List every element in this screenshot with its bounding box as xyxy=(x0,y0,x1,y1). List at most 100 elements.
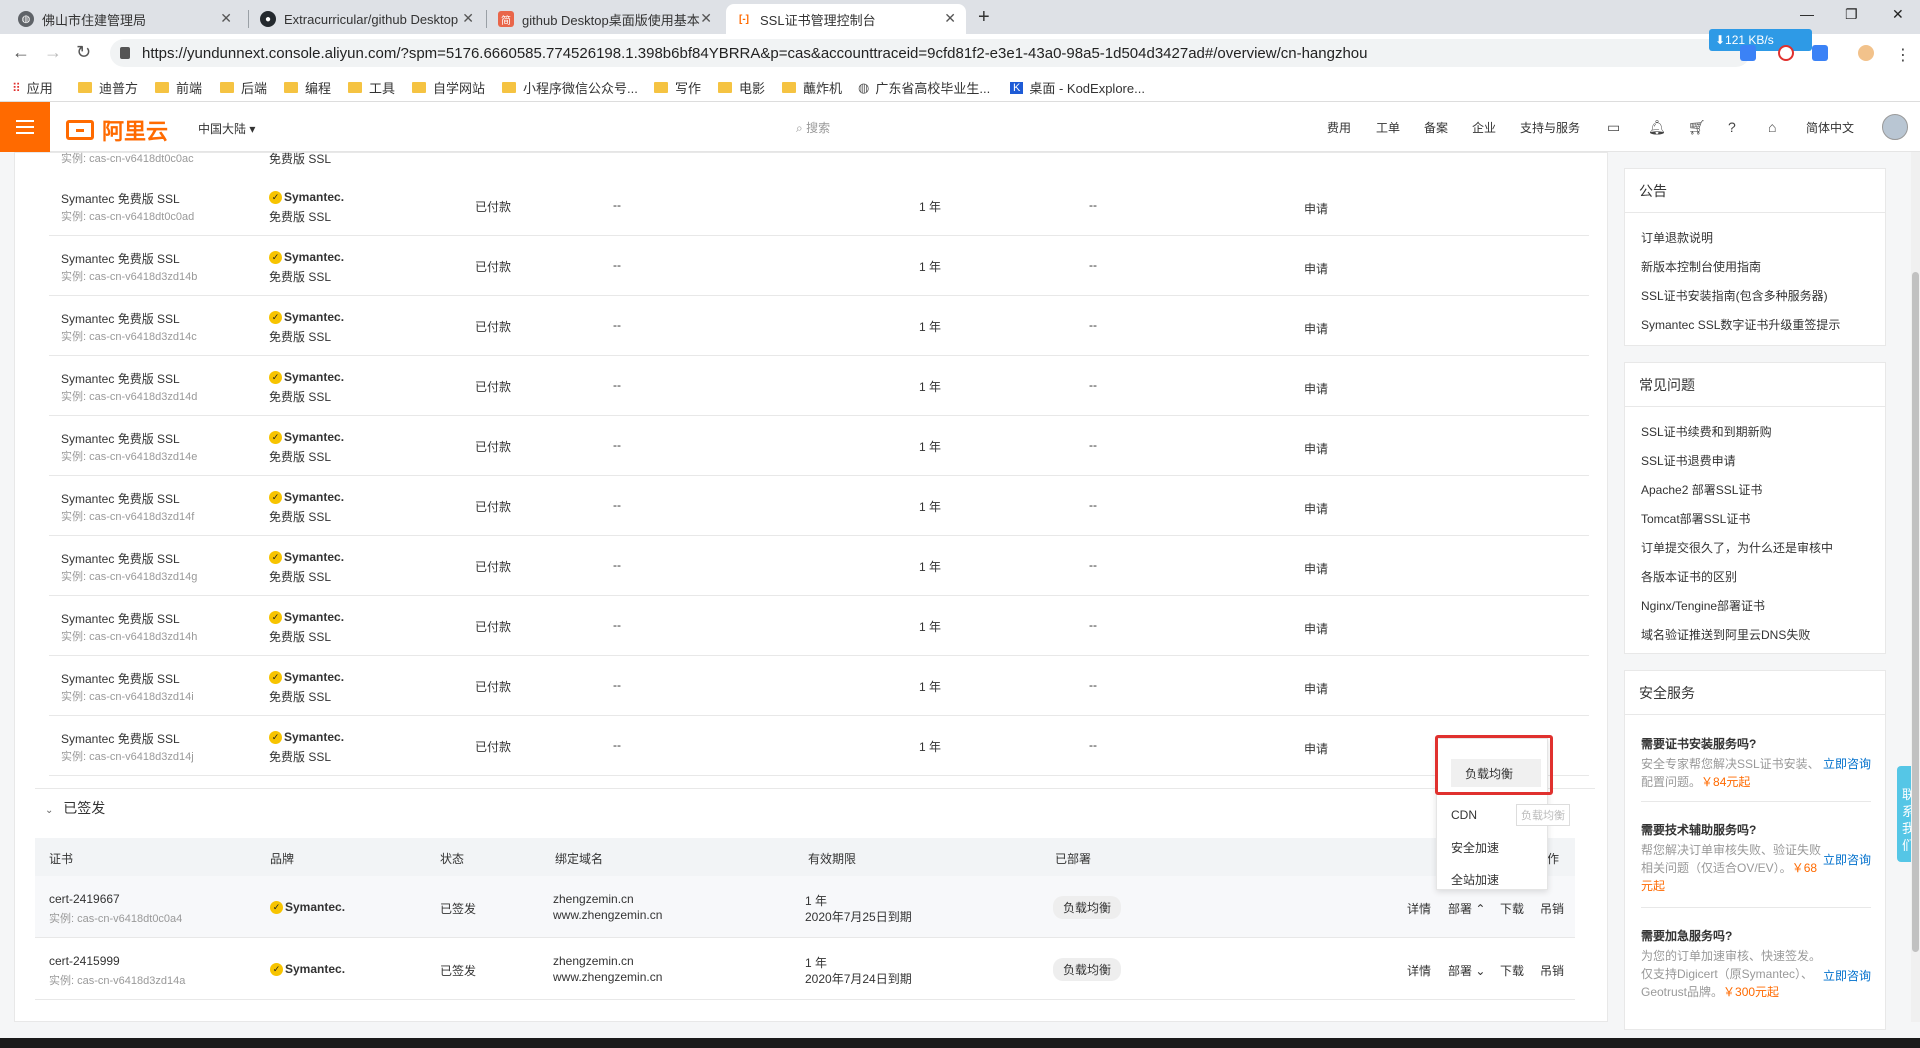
brand-logo: ✓ Symantec. xyxy=(269,550,344,564)
notice-link[interactable]: SSL证书安装指南(包含多种服务器) xyxy=(1641,287,1828,304)
search-box[interactable]: ⌕ 搜索 xyxy=(796,119,830,136)
terminal-icon[interactable]: ▭ xyxy=(1607,119,1620,136)
tab-github[interactable]: ● Extracurricular/github Desktop ✕ xyxy=(250,4,484,34)
close-icon[interactable]: ✕ xyxy=(462,10,474,27)
consult-link[interactable]: 立即咨询 xyxy=(1823,755,1871,772)
menu-kebab-icon[interactable]: ⋮ xyxy=(1895,45,1911,64)
bookmark-folder[interactable]: 编程 xyxy=(284,78,331,97)
download-link[interactable]: 下载 xyxy=(1500,962,1524,979)
apply-link[interactable]: 申请 xyxy=(1304,260,1328,277)
apply-link[interactable]: 申请 xyxy=(1304,320,1328,337)
detail-link[interactable]: 详情 xyxy=(1407,962,1431,979)
aliyun-logo-icon xyxy=(66,120,94,140)
bookmark-folder[interactable]: 迪普方 xyxy=(78,78,138,97)
revoke-link[interactable]: 吊销 xyxy=(1540,900,1564,917)
apply-link[interactable]: 申请 xyxy=(1304,200,1328,217)
hamburger-menu-button[interactable] xyxy=(0,102,50,152)
profile-avatar-icon[interactable] xyxy=(1858,45,1874,61)
bookmark-folder[interactable]: 蘸炸机 xyxy=(782,78,842,97)
faq-link[interactable]: SSL证书续费和到期新购 xyxy=(1641,423,1772,440)
bookmark-kod[interactable]: K 桌面 - KodExplore... xyxy=(1010,78,1145,97)
bell-icon[interactable]: 🔔︎ xyxy=(1648,119,1666,136)
tab-ssl-console[interactable]: [-] SSL证书管理控制台 ✕ xyxy=(726,4,966,34)
minimize-icon[interactable]: — xyxy=(1800,6,1814,22)
apply-link[interactable]: 申请 xyxy=(1304,560,1328,577)
deploy-link[interactable]: 部署 ⌄ xyxy=(1448,962,1485,979)
notice-link[interactable]: 新版本控制台使用指南 xyxy=(1641,258,1761,275)
apply-link[interactable]: 申请 xyxy=(1304,440,1328,457)
issued-section-toggle[interactable]: ⌄ 已签发 xyxy=(45,798,105,818)
avatar[interactable] xyxy=(1882,114,1908,140)
faq-link[interactable]: 订单提交很久了，为什么还是审核中 xyxy=(1641,539,1833,556)
table-row: cert-2419667 实例: cas-cn-v6418dt0c0a4 ✓ Syma… xyxy=(35,876,1575,938)
apply-link[interactable]: 申请 xyxy=(1304,500,1328,517)
nav-ticket[interactable]: 工单 xyxy=(1376,119,1400,136)
close-icon[interactable]: ✕ xyxy=(700,10,712,27)
brand-name: Symantec. xyxy=(285,962,346,976)
restore-icon[interactable]: ❐ xyxy=(1845,6,1858,23)
faq-link[interactable]: Nginx/Tengine部署证书 xyxy=(1641,597,1765,614)
back-icon[interactable]: ← xyxy=(12,42,30,63)
new-tab-icon[interactable]: + xyxy=(978,6,990,29)
help-icon[interactable]: ? xyxy=(1728,119,1736,135)
faq-link[interactable]: Apache2 部署SSL证书 xyxy=(1641,481,1762,498)
region-selector[interactable]: 中国大陆 ▾ xyxy=(198,120,255,137)
status-text: 已付款 xyxy=(475,500,512,514)
apply-link[interactable]: 申请 xyxy=(1304,380,1328,397)
nav-enterprise[interactable]: 企业 xyxy=(1472,119,1496,136)
home-icon[interactable]: ⌂ xyxy=(1768,119,1776,135)
pocket-extension-icon[interactable] xyxy=(1812,45,1828,61)
nav-billing[interactable]: 费用 xyxy=(1327,119,1351,136)
scrollbar-thumb[interactable] xyxy=(1912,272,1919,952)
tab-divider xyxy=(486,10,487,28)
expire-text: 2020年7月24日到期 xyxy=(805,972,912,986)
deploy-link[interactable]: 部署 ⌃ xyxy=(1448,900,1485,917)
download-link[interactable]: 下载 xyxy=(1500,900,1524,917)
check-icon: ✓ xyxy=(269,370,282,384)
apply-link[interactable]: 申请 xyxy=(1304,680,1328,697)
instance-id: 实例: cas-cn-v6418dt0c0ad xyxy=(61,211,195,223)
scrollbar[interactable] xyxy=(1911,152,1920,1022)
bookmark-folder[interactable]: 工具 xyxy=(348,78,395,97)
language-selector[interactable]: 简体中文 xyxy=(1806,119,1854,136)
faq-link[interactable]: 域名验证推送到阿里云DNS失败 xyxy=(1641,626,1810,643)
tab-jianshu[interactable]: 简 github Desktop桌面版使用基本 ✕ xyxy=(488,4,722,34)
bookmark-folder[interactable]: 电影 xyxy=(718,78,765,97)
nav-support[interactable]: 支持与服务 xyxy=(1520,119,1580,136)
consult-link[interactable]: 立即咨询 xyxy=(1823,967,1871,984)
dropdown-item-security-acceleration[interactable]: 安全加速 xyxy=(1437,833,1549,861)
faq-link[interactable]: 各版本证书的区别 xyxy=(1641,568,1737,585)
consult-link[interactable]: 立即咨询 xyxy=(1823,851,1871,868)
faq-link[interactable]: Tomcat部署SSL证书 xyxy=(1641,510,1750,527)
bookmark-folder[interactable]: 后端 xyxy=(220,78,267,97)
nav-filing[interactable]: 备案 xyxy=(1424,119,1448,136)
tab-foshan[interactable]: ◍ 佛山市住建管理局 ✕ xyxy=(8,4,242,34)
bookmark-folder[interactable]: 自学网站 xyxy=(412,78,485,97)
bookmark-apps[interactable]: ⠿ 应用 xyxy=(12,78,53,97)
bookmark-folder[interactable]: 前端 xyxy=(155,78,202,97)
close-icon[interactable]: ✕ xyxy=(220,10,232,27)
cloud-extension-icon[interactable] xyxy=(1740,45,1756,61)
brand-name: Symantec. xyxy=(284,250,345,264)
detail-link[interactable]: 详情 xyxy=(1407,900,1431,917)
bookmark-folder[interactable]: 小程序微信公众号... xyxy=(502,78,638,97)
cert-name: Symantec 免费版 SSL xyxy=(61,252,180,266)
bookmark-site[interactable]: ◍ 广东省高校毕业生... xyxy=(858,78,990,97)
dropdown-item-full-site-acceleration[interactable]: 全站加速 xyxy=(1437,865,1549,893)
window-close-icon[interactable]: ✕ xyxy=(1892,6,1904,23)
url-field[interactable]: https://yundunnext.console.aliyun.com/?s… xyxy=(110,39,1750,67)
forward-icon[interactable]: → xyxy=(44,42,62,63)
close-icon[interactable]: ✕ xyxy=(944,10,956,27)
revoke-link[interactable]: 吊销 xyxy=(1540,962,1564,979)
folder-icon xyxy=(78,82,92,93)
notice-link[interactable]: Symantec SSL数字证书升级重签提示 xyxy=(1641,316,1840,333)
faq-link[interactable]: SSL证书退费申请 xyxy=(1641,452,1736,469)
bookmark-folder[interactable]: 写作 xyxy=(654,78,701,97)
opera-extension-icon[interactable] xyxy=(1778,45,1794,61)
apply-link[interactable]: 申请 xyxy=(1304,620,1328,637)
cart-icon[interactable]: 🛒︎ xyxy=(1688,119,1706,136)
notice-link[interactable]: 订单退款说明 xyxy=(1641,229,1713,246)
period-text: 1 年 xyxy=(805,894,828,908)
reload-icon[interactable]: ↻ xyxy=(76,42,91,63)
apply-link[interactable]: 申请 xyxy=(1304,740,1328,757)
